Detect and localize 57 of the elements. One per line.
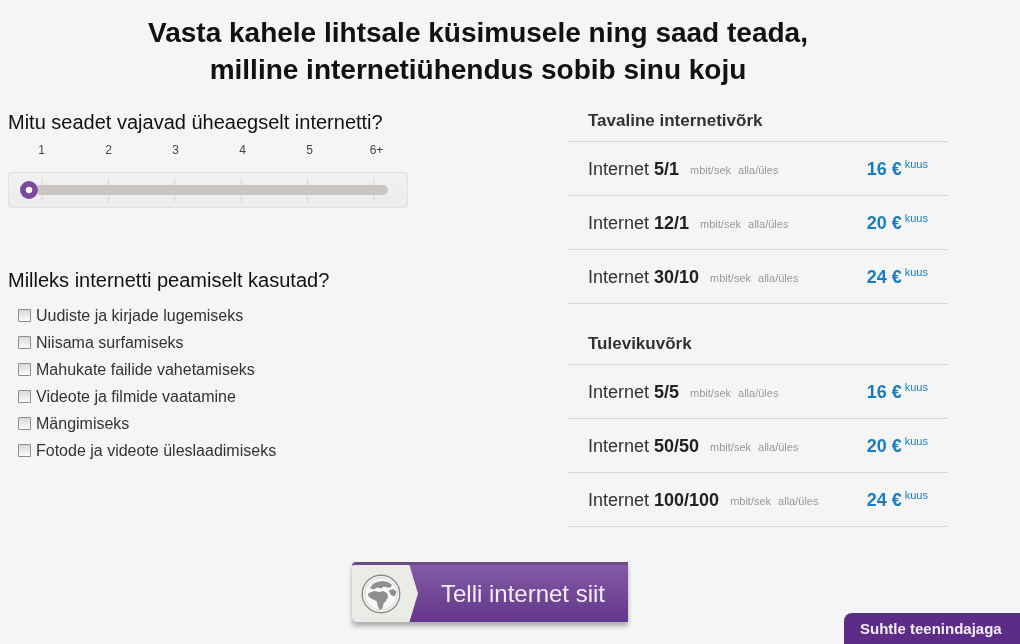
question-text: Mitu seadet vajavad üheaegselt internetti? — [8, 110, 384, 134]
period-label: kuus — [904, 265, 928, 278]
direction-label: alla/üles — [738, 386, 779, 400]
section-title: Tulevikuvõrk — [568, 315, 948, 365]
direction-label: alla/üles — [758, 271, 799, 285]
tick-label: 4 — [239, 142, 246, 158]
direction-label: alla/üles — [738, 163, 779, 177]
option-label: Mängimiseks — [36, 413, 130, 434]
section-title: Tavaline internetivõrk — [568, 92, 948, 142]
period-label: kuus — [904, 157, 928, 170]
direction-label: alla/üles — [778, 494, 819, 508]
checkbox[interactable] — [18, 444, 31, 457]
tick-label: 1 — [38, 142, 45, 158]
period-label: kuus — [904, 434, 928, 447]
direction-label: alla/üles — [748, 217, 789, 231]
period-label: kuus — [904, 380, 928, 393]
unit-label: mbit/sek — [690, 163, 732, 177]
price: 16 € — [866, 380, 902, 403]
tick-label: 5 — [306, 142, 313, 158]
option-label: Mahukate failide vahetamiseks — [36, 359, 255, 380]
price: 24 € — [866, 488, 902, 511]
checkbox[interactable] — [18, 309, 31, 322]
period-label: kuus — [904, 488, 928, 501]
option-label: Niisama surfamiseks — [36, 332, 184, 353]
price: 16 € — [866, 157, 902, 180]
checkbox[interactable] — [18, 417, 31, 430]
price: 20 € — [866, 434, 902, 457]
price: 20 € — [866, 211, 902, 234]
direction-label: alla/üles — [758, 440, 799, 454]
option-label: Fotode ja videote üleslaadimiseks — [36, 440, 277, 461]
plan-name: Internet 5/5 — [588, 380, 680, 403]
unit-label: mbit/sek — [710, 440, 752, 454]
question-text: Milleks internetti peamiselt kasutad? — [8, 268, 331, 292]
tick-label: 6+ — [369, 142, 384, 158]
order-button[interactable]: Telli internet siit — [352, 562, 628, 622]
tick-label: 2 — [105, 142, 112, 158]
option-label: Videote ja filmide vaatamine — [36, 386, 236, 407]
plan-name: Internet 5/1 — [588, 157, 680, 180]
option-label: Uudiste ja kirjade lugemiseks — [36, 305, 244, 326]
period-label: kuus — [904, 211, 928, 224]
unit-label: mbit/sek — [710, 271, 752, 285]
checkbox[interactable] — [18, 336, 31, 349]
plan-name: Internet 100/100 — [588, 488, 720, 511]
chat-button[interactable]: Suhtle teenindajaga — [844, 613, 1020, 644]
price: 24 € — [866, 265, 902, 288]
slider-thumb[interactable] — [20, 181, 38, 199]
unit-label: mbit/sek — [730, 494, 772, 508]
unit-label: mbit/sek — [700, 217, 742, 231]
tick-label: 3 — [172, 142, 179, 158]
unit-label: mbit/sek — [690, 386, 732, 400]
plan-name: Internet 12/1 — [588, 211, 690, 234]
plan-name: Internet 30/10 — [588, 265, 700, 288]
checkbox[interactable] — [18, 390, 31, 403]
globe-icon — [352, 565, 418, 622]
checkbox[interactable] — [18, 363, 31, 376]
page-title: Vasta kahele lihtsale küsimusele ning saad teada, milline internetiühendus sobib sinu koju — [147, 16, 809, 87]
plan-name: Internet 50/50 — [588, 434, 700, 457]
